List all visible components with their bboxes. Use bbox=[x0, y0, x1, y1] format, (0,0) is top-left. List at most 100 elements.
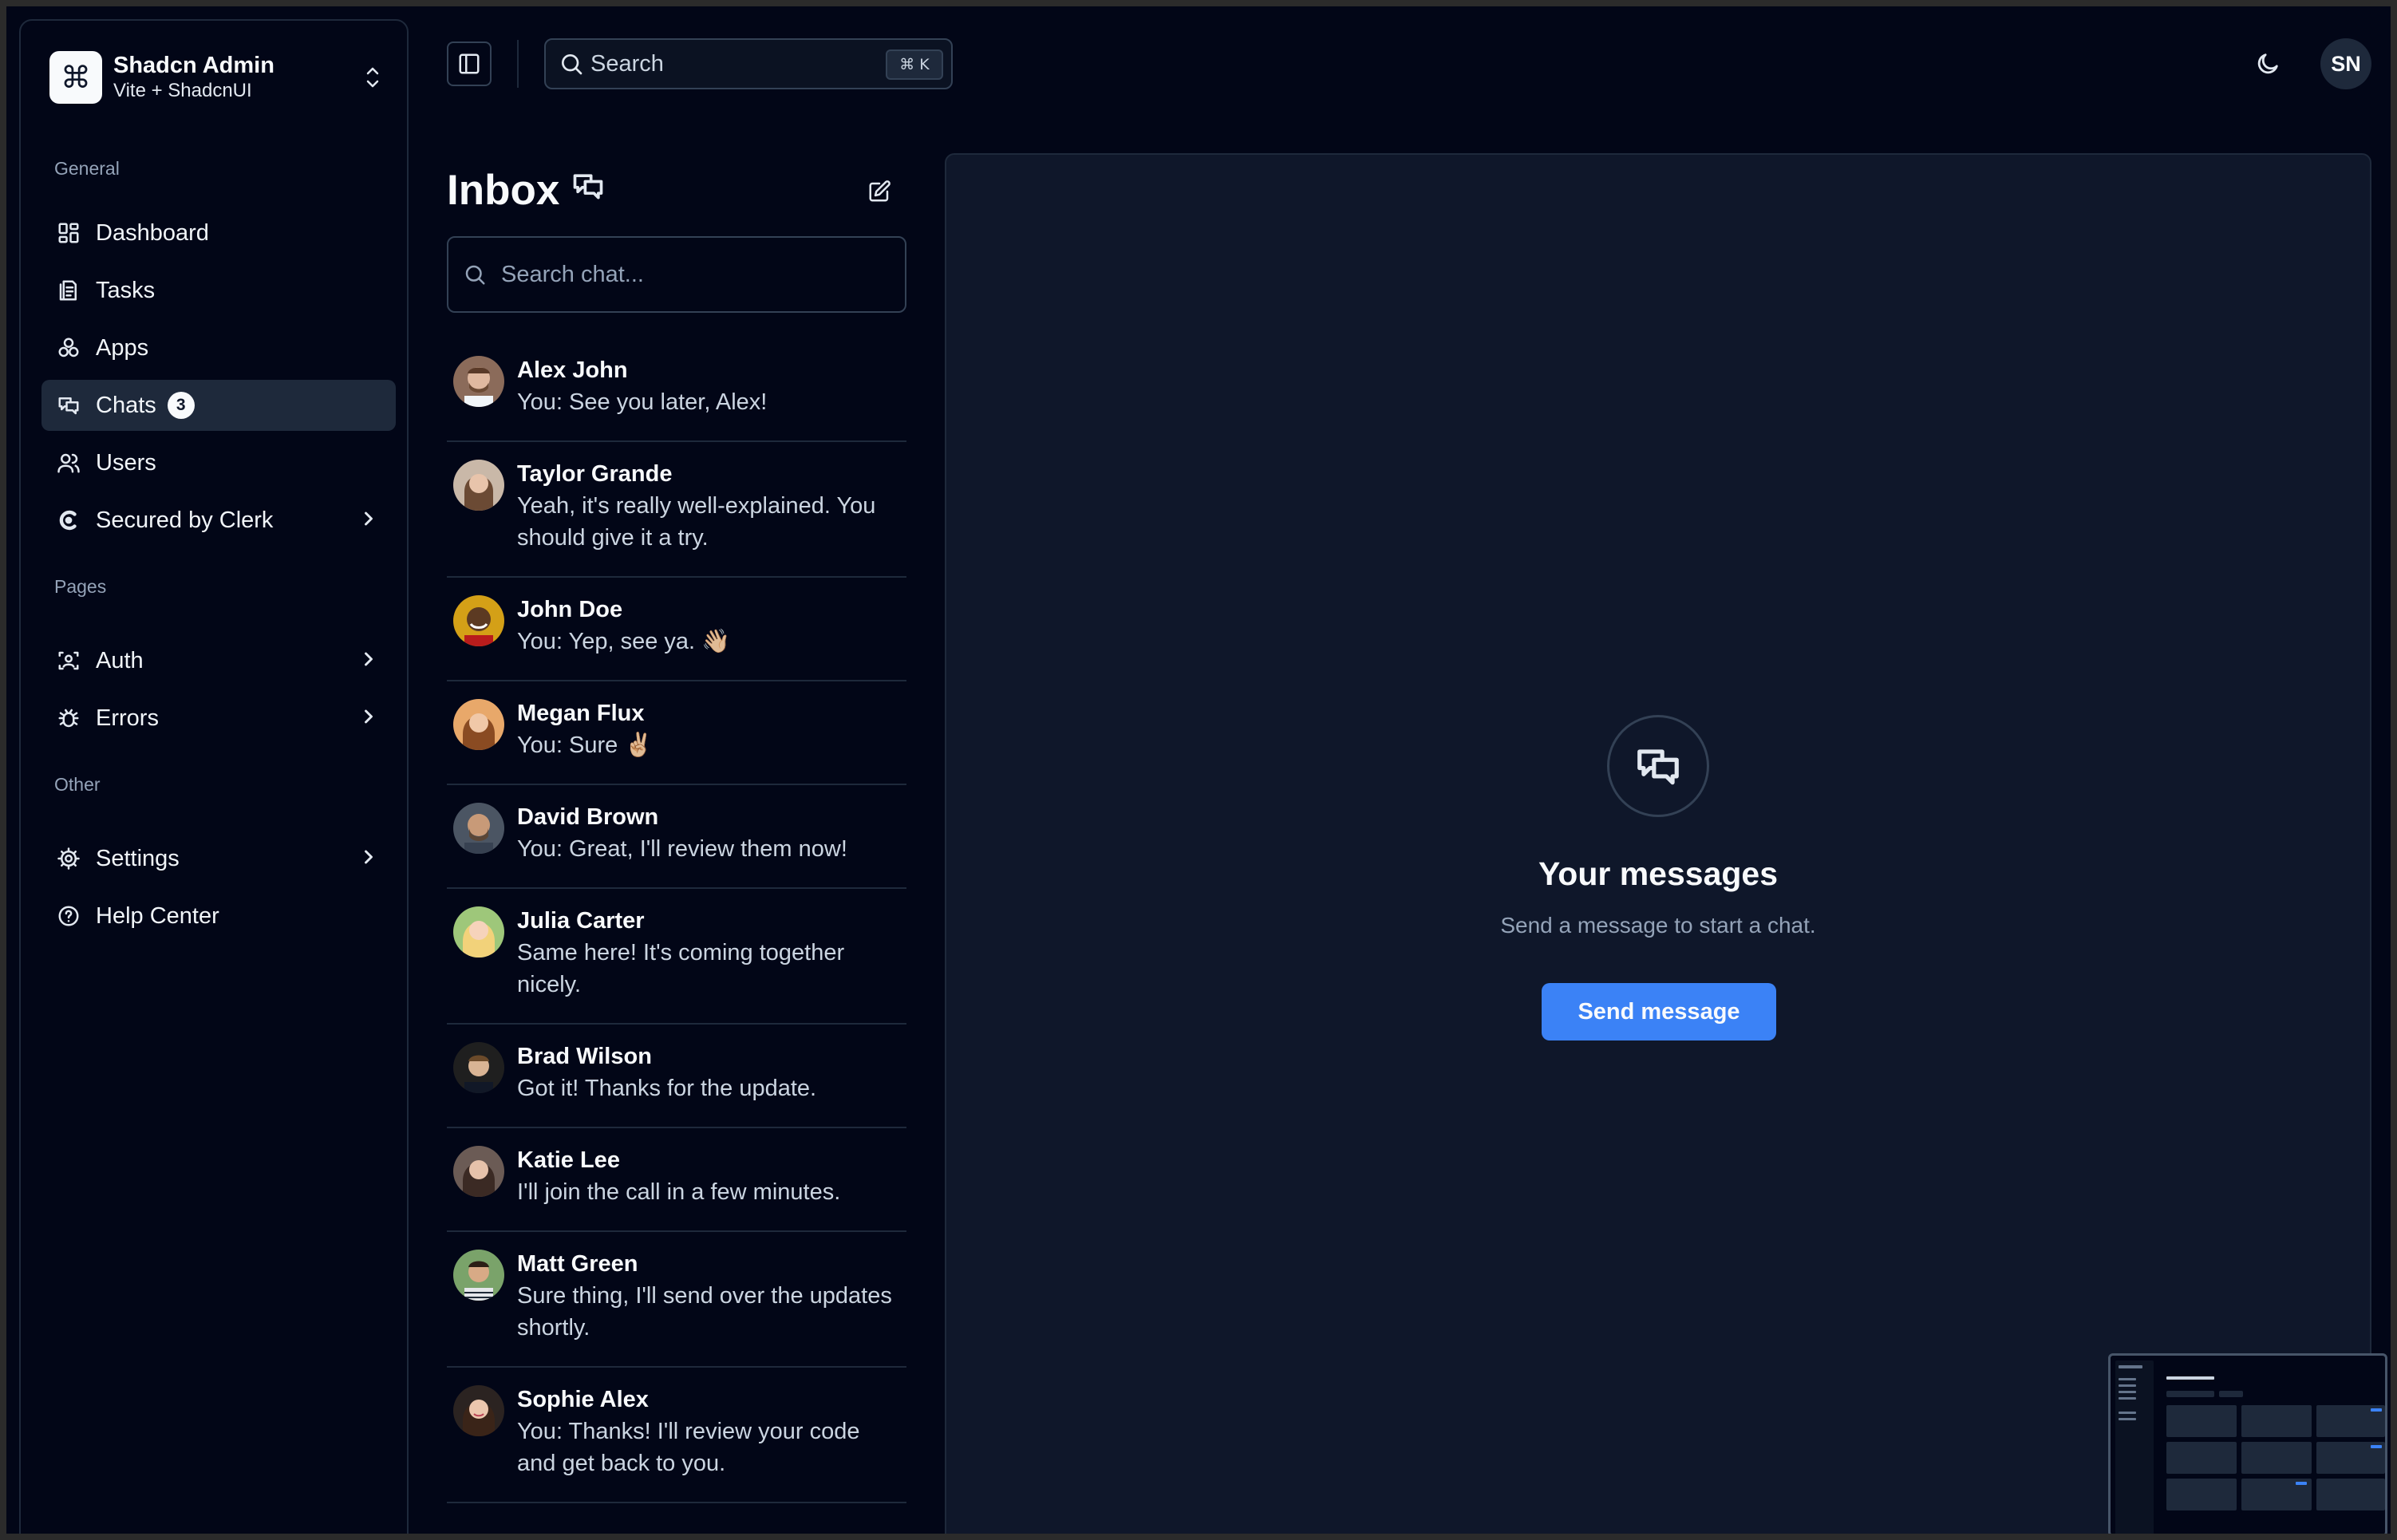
chat-last-message: Got it! Thanks for the update. bbox=[517, 1076, 817, 1101]
inbox-header: Inbox bbox=[447, 166, 606, 215]
chat-name: Taylor Grande bbox=[517, 461, 673, 487]
chat-last-message: I'll join the call in a few minutes. bbox=[517, 1179, 841, 1205]
avatar bbox=[453, 699, 504, 750]
chevrons-up-down-icon bbox=[361, 61, 385, 93]
bug-icon bbox=[56, 705, 81, 731]
screenshot-preview-thumbnail[interactable] bbox=[2108, 1353, 2387, 1534]
header-separator bbox=[517, 40, 519, 88]
chat-item[interactable]: Megan Flux You: Sure ✌🏼 bbox=[447, 681, 906, 785]
search-icon bbox=[562, 54, 582, 75]
empty-state-icon bbox=[1607, 715, 1709, 817]
sidebar: ⌘ Shadcn Admin Vite + ShadcnUI General D… bbox=[19, 19, 409, 1534]
avatar bbox=[453, 906, 504, 958]
nav-group-other: Other bbox=[54, 774, 101, 795]
chat-last-message: Sure thing, I'll send over the updates s… bbox=[517, 1283, 892, 1341]
sidebar-item-label: Settings bbox=[96, 845, 180, 871]
sidebar-item-label: Tasks bbox=[96, 277, 156, 303]
chat-last-message: You: See you later, Alex! bbox=[517, 389, 768, 415]
sidebar-item-users[interactable]: Users bbox=[41, 437, 396, 488]
chat-last-message: You: Yep, see ya. 👋🏼 bbox=[517, 629, 731, 654]
messages-icon bbox=[1637, 749, 1679, 785]
sidebar-item-auth[interactable]: Auth bbox=[41, 635, 396, 686]
packages-icon bbox=[56, 335, 81, 361]
search-shortcut: ⌘ K bbox=[886, 49, 943, 80]
layout-dashboard-icon bbox=[56, 220, 81, 246]
command-icon: ⌘ bbox=[49, 51, 102, 104]
chat-last-message: You: Great, I'll review them now! bbox=[517, 836, 847, 862]
avatar bbox=[453, 1385, 504, 1436]
avatar bbox=[453, 460, 504, 511]
search-icon bbox=[465, 265, 485, 285]
edit-icon bbox=[869, 180, 890, 202]
users-icon bbox=[56, 450, 81, 476]
chat-item[interactable]: Sophie Alex You: Thanks! I'll review you… bbox=[447, 1368, 906, 1503]
sidebar-item-dashboard[interactable]: Dashboard bbox=[41, 207, 396, 259]
help-icon bbox=[56, 903, 81, 929]
avatar bbox=[453, 1042, 504, 1093]
chevron-right-icon bbox=[357, 648, 383, 673]
sidebar-item-help-center[interactable]: Help Center bbox=[41, 890, 396, 942]
sidebar-item-label: Secured by Clerk bbox=[96, 507, 274, 533]
moon-icon bbox=[2257, 53, 2278, 74]
chevron-right-icon bbox=[357, 507, 383, 533]
sidebar-item-chats[interactable]: Chats 3 bbox=[41, 380, 396, 431]
chat-item[interactable]: Brad Wilson Got it! Thanks for the updat… bbox=[447, 1025, 906, 1128]
unread-badge: 3 bbox=[167, 392, 195, 419]
chat-name: Megan Flux bbox=[517, 701, 645, 726]
chat-name: Brad Wilson bbox=[517, 1044, 652, 1069]
user-avatar[interactable]: SN bbox=[2320, 38, 2371, 89]
chat-item[interactable]: Julia Carter Same here! It's coming toge… bbox=[447, 889, 906, 1025]
theme-toggle-button[interactable] bbox=[2245, 41, 2290, 86]
sidebar-toggle-button[interactable] bbox=[447, 41, 492, 86]
search-placeholder: Search bbox=[590, 50, 664, 77]
sidebar-item-errors[interactable]: Errors bbox=[41, 693, 396, 744]
chat-search-input[interactable]: Search chat... bbox=[447, 236, 906, 313]
chat-item[interactable]: Matt Green Sure thing, I'll send over th… bbox=[447, 1232, 906, 1368]
app-window: ⌘ Shadcn Admin Vite + ShadcnUI General D… bbox=[0, 0, 2397, 1540]
chat-item[interactable]: Alex John You: See you later, Alex! bbox=[447, 338, 906, 442]
chevron-right-icon bbox=[357, 846, 383, 871]
sidebar-item-label: Dashboard bbox=[96, 219, 209, 246]
chat-last-message: Same here! It's coming together nicely. bbox=[517, 940, 845, 997]
messages-icon bbox=[573, 173, 603, 199]
messages-icon bbox=[56, 393, 81, 418]
sidebar-item-apps[interactable]: Apps bbox=[41, 322, 396, 373]
user-scan-icon bbox=[56, 648, 81, 673]
sidebar-item-tasks[interactable]: Tasks bbox=[41, 265, 396, 316]
chat-name: Katie Lee bbox=[517, 1147, 620, 1173]
team-switcher[interactable]: ⌘ Shadcn Admin Vite + ShadcnUI bbox=[49, 49, 385, 105]
chat-last-message: You: Sure ✌🏼 bbox=[517, 732, 654, 758]
chat-item[interactable]: Taylor Grande Yeah, it's really well-exp… bbox=[447, 442, 906, 578]
chat-name: Alex John bbox=[517, 357, 628, 383]
chat-name: Matt Green bbox=[517, 1251, 638, 1277]
inbox-title: Inbox bbox=[447, 167, 560, 214]
chat-name: John Doe bbox=[517, 597, 623, 622]
brand-subtitle: Vite + ShadcnUI bbox=[113, 80, 252, 101]
chat-name: David Brown bbox=[517, 804, 659, 830]
sidebar-item-secured-by-clerk[interactable]: Secured by Clerk bbox=[41, 495, 396, 546]
chevron-right-icon bbox=[357, 705, 383, 731]
chat-name: Julia Carter bbox=[517, 908, 645, 934]
sidebar-item-label: Users bbox=[96, 449, 156, 476]
clerk-icon bbox=[56, 507, 81, 533]
new-chat-button[interactable] bbox=[863, 176, 895, 207]
chat-item[interactable]: David Brown You: Great, I'll review them… bbox=[447, 785, 906, 889]
chat-item[interactable]: Katie Lee I'll join the call in a few mi… bbox=[447, 1128, 906, 1232]
sidebar-item-label: Chats bbox=[96, 392, 156, 418]
avatar bbox=[453, 1146, 504, 1197]
chat-item[interactable]: John Doe You: Yep, see ya. 👋🏼 bbox=[447, 578, 906, 681]
nav-group-pages: Pages bbox=[54, 576, 107, 597]
chat-name: Sophie Alex bbox=[517, 1387, 649, 1412]
avatar bbox=[453, 356, 504, 407]
global-search-button[interactable]: Search ⌘ K bbox=[544, 38, 953, 89]
avatar bbox=[453, 1250, 504, 1301]
avatar bbox=[453, 803, 504, 854]
chat-last-message: You: Thanks! I'll review your code and g… bbox=[517, 1419, 860, 1476]
settings-icon bbox=[56, 846, 81, 871]
avatar bbox=[453, 595, 504, 646]
empty-state-subtitle: Send a message to start a chat. bbox=[1500, 913, 1816, 938]
sidebar-item-settings[interactable]: Settings bbox=[41, 833, 396, 884]
send-message-button[interactable]: Send message bbox=[1542, 983, 1776, 1040]
panel-left-icon bbox=[459, 53, 480, 74]
empty-state-title: Your messages bbox=[1538, 855, 1779, 892]
